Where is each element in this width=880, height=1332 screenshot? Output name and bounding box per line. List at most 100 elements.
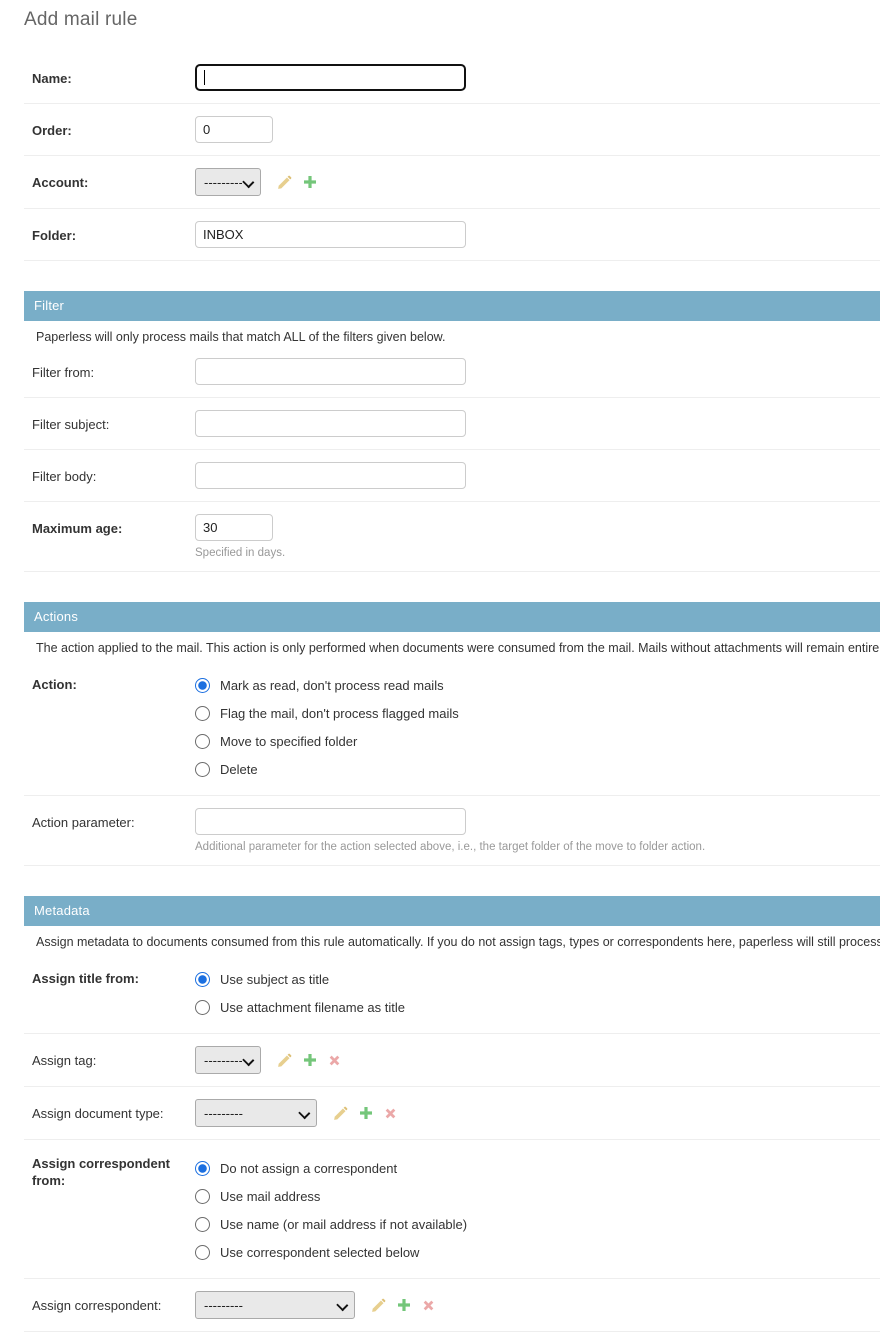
correspondent-from-option-label[interactable]: Do not assign a correspondent [220, 1161, 397, 1176]
add-plus-icon[interactable] [303, 175, 317, 189]
assign-title-option-label[interactable]: Use subject as title [220, 972, 329, 987]
correspondent-from-option-label[interactable]: Use mail address [220, 1189, 320, 1204]
metadata-section-header: Metadata [24, 896, 880, 926]
action-parameter-row: Action parameter: Additional parameter f… [24, 796, 880, 866]
action-radio-delete[interactable] [195, 762, 210, 777]
filter-section-description: Paperless will only process mails that m… [24, 321, 880, 346]
action-parameter-input[interactable] [195, 808, 466, 835]
metadata-section-description: Assign metadata to documents consumed fr… [24, 926, 880, 951]
maximum-age-input[interactable] [195, 514, 273, 541]
order-input[interactable] [195, 116, 273, 143]
correspondent-from-option: Use correspondent selected below [195, 1238, 872, 1266]
edit-pencil-icon[interactable] [371, 1298, 386, 1313]
action-option-label[interactable]: Flag the mail, don't process flagged mai… [220, 706, 459, 721]
filter-from-input[interactable] [195, 358, 466, 385]
action-label: Action: [32, 669, 195, 693]
assign-correspondent-select[interactable]: --------- [195, 1291, 355, 1319]
folder-input[interactable] [195, 221, 466, 248]
action-option-label[interactable]: Move to specified folder [220, 734, 357, 749]
assign-document-type-label: Assign document type: [32, 1099, 195, 1122]
account-label: Account: [32, 168, 195, 191]
add-plus-icon[interactable] [397, 1298, 411, 1312]
assign-title-option-label[interactable]: Use attachment filename as title [220, 1000, 405, 1015]
action-option: Move to specified folder [195, 727, 872, 755]
assign-title-from-row: Assign title from: Use subject as title … [24, 951, 880, 1034]
actions-module: Actions The action applied to the mail. … [24, 602, 880, 866]
action-radio-move[interactable] [195, 734, 210, 749]
actions-section-description: The action applied to the mail. This act… [24, 632, 880, 657]
assign-document-type-row: Assign document type: --------- [24, 1087, 880, 1140]
edit-pencil-icon[interactable] [277, 1053, 292, 1068]
correspondent-radio-selected-below[interactable] [195, 1245, 210, 1260]
correspondent-from-option: Use mail address [195, 1182, 872, 1210]
assign-correspondent-from-row: Assign correspondent from: Do not assign… [24, 1140, 880, 1279]
action-option-label[interactable]: Delete [220, 762, 258, 777]
assign-tag-label: Assign tag: [32, 1046, 195, 1069]
filter-body-input[interactable] [195, 462, 466, 489]
assign-document-type-select[interactable]: --------- [195, 1099, 317, 1127]
page-title: Add mail rule [24, 9, 880, 31]
folder-row: Folder: [24, 209, 880, 261]
action-option: Delete [195, 755, 872, 783]
action-option: Mark as read, don't process read mails [195, 671, 872, 699]
correspondent-radio-none[interactable] [195, 1161, 210, 1176]
filter-module: Filter Paperless will only process mails… [24, 291, 880, 572]
order-label: Order: [32, 116, 195, 139]
delete-x-icon[interactable] [328, 1054, 341, 1067]
folder-label: Folder: [32, 221, 195, 244]
action-radio-group: Mark as read, don't process read mails F… [195, 669, 872, 783]
edit-pencil-icon[interactable] [333, 1106, 348, 1121]
correspondent-radio-name[interactable] [195, 1217, 210, 1232]
correspondent-from-option: Use name (or mail address if not availab… [195, 1210, 872, 1238]
assign-title-from-label: Assign title from: [32, 963, 195, 987]
delete-x-icon[interactable] [422, 1299, 435, 1312]
correspondent-from-option-label[interactable]: Use correspondent selected below [220, 1245, 419, 1260]
add-plus-icon[interactable] [359, 1106, 373, 1120]
maximum-age-label: Maximum age: [32, 514, 195, 537]
action-option: Flag the mail, don't process flagged mai… [195, 699, 872, 727]
filter-from-row: Filter from: [24, 346, 880, 398]
filter-body-row: Filter body: [24, 450, 880, 502]
action-option-label[interactable]: Mark as read, don't process read mails [220, 678, 444, 693]
assign-correspondent-from-label: Assign correspondent from: [32, 1152, 195, 1189]
filter-section-header: Filter [24, 291, 880, 321]
filter-subject-row: Filter subject: [24, 398, 880, 450]
assign-correspondent-radio-group: Do not assign a correspondent Use mail a… [195, 1152, 872, 1266]
text-caret [204, 70, 205, 85]
account-select[interactable]: --------- [195, 168, 261, 196]
basic-fields-module: Name: Order: Account: --------- [24, 53, 880, 261]
correspondent-from-option: Do not assign a correspondent [195, 1154, 872, 1182]
name-row: Name: [24, 53, 880, 104]
maximum-age-row: Maximum age: Specified in days. [24, 502, 880, 572]
name-label: Name: [32, 64, 195, 87]
filter-subject-label: Filter subject: [32, 410, 195, 433]
maximum-age-help: Specified in days. [195, 547, 872, 559]
action-parameter-help: Additional parameter for the action sele… [195, 841, 872, 853]
assign-title-radio-group: Use subject as title Use attachment file… [195, 963, 872, 1021]
filter-from-label: Filter from: [32, 358, 195, 381]
order-row: Order: [24, 104, 880, 156]
action-radio-flag[interactable] [195, 706, 210, 721]
add-plus-icon[interactable] [303, 1053, 317, 1067]
assign-title-option: Use attachment filename as title [195, 993, 872, 1021]
name-input[interactable] [195, 64, 466, 91]
action-radio-mark-read[interactable] [195, 678, 210, 693]
assign-tag-select[interactable]: --------- [195, 1046, 261, 1074]
delete-x-icon[interactable] [384, 1107, 397, 1120]
assign-tag-row: Assign tag: --------- [24, 1034, 880, 1087]
edit-pencil-icon[interactable] [277, 175, 292, 190]
assign-correspondent-label: Assign correspondent: [32, 1291, 195, 1314]
filter-subject-input[interactable] [195, 410, 466, 437]
correspondent-radio-mail-address[interactable] [195, 1189, 210, 1204]
actions-section-header: Actions [24, 602, 880, 632]
assign-title-option: Use subject as title [195, 965, 872, 993]
action-row: Action: Mark as read, don't process read… [24, 657, 880, 796]
action-parameter-label: Action parameter: [32, 808, 195, 831]
correspondent-from-option-label[interactable]: Use name (or mail address if not availab… [220, 1217, 467, 1232]
account-row: Account: --------- [24, 156, 880, 209]
title-radio-subject[interactable] [195, 972, 210, 987]
assign-correspondent-row: Assign correspondent: --------- [24, 1279, 880, 1332]
title-radio-filename[interactable] [195, 1000, 210, 1015]
filter-body-label: Filter body: [32, 462, 195, 485]
metadata-module: Metadata Assign metadata to documents co… [24, 896, 880, 1332]
